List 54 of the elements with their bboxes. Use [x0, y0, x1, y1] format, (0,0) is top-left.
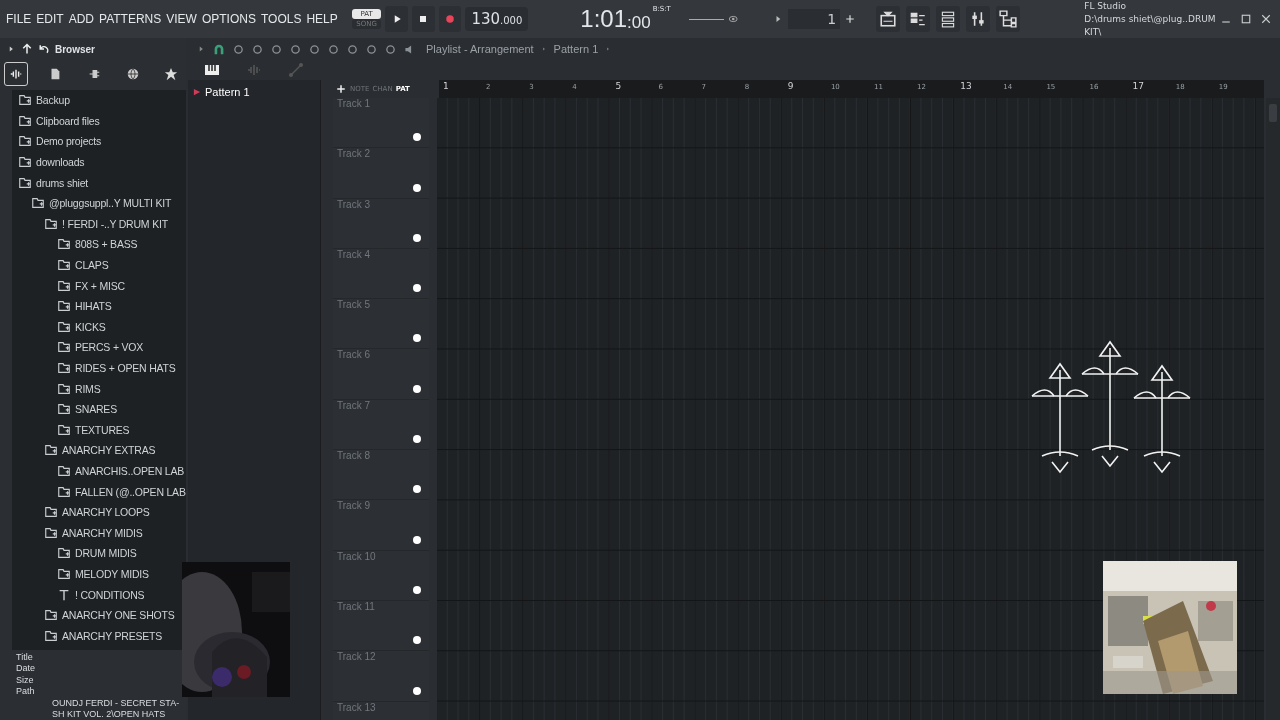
- path-value: SH KIT VOL. 2\OPEN HATS: [52, 708, 167, 720]
- browser-item[interactable]: HIHATS: [12, 295, 186, 317]
- browser-item[interactable]: Backup: [12, 90, 186, 111]
- bar-number: 5: [615, 81, 622, 91]
- browser-item[interactable]: ANARCHY EXTRAS: [12, 440, 186, 461]
- browser-item[interactable]: ! CONDITIONS: [12, 584, 186, 605]
- browser-item[interactable]: MELODY MIDIS: [12, 563, 186, 585]
- browser-title: Browser: [55, 43, 95, 55]
- browser-item[interactable]: KICKS: [12, 316, 186, 338]
- browser-item[interactable]: downloads: [12, 151, 186, 173]
- browser-item[interactable]: FX + MISC: [12, 275, 186, 296]
- window-subtitle: Pattern 1: [553, 43, 599, 55]
- browser-item[interactable]: @pluggsuppl..Y MULTI KIT: [12, 192, 186, 214]
- hint-title: FL Studio: [1084, 0, 1127, 13]
- info-label: Path: [16, 686, 36, 698]
- hint-path: D:\drums shiet\@plug..DRUM KIT\: [1084, 12, 1216, 39]
- browser-item[interactable]: RIMS: [12, 378, 186, 399]
- bar-number: 17: [1132, 81, 1145, 91]
- bar-number: 9: [787, 81, 794, 91]
- path-value: OUNDJ FERDI - SECRET STA-: [52, 697, 181, 709]
- menu-item[interactable]: OPTIONS: [201, 10, 256, 28]
- window-title: Playlist - Arrangement: [426, 43, 534, 55]
- pattern-selector[interactable]: 1: [788, 9, 841, 29]
- menu-item[interactable]: TOOLS: [260, 10, 302, 28]
- menu-item[interactable]: ADD: [68, 10, 95, 28]
- browser-item[interactable]: ANARCHY ONE SHOTS: [12, 604, 186, 626]
- browser-item[interactable]: DRUM MIDIS: [12, 543, 186, 564]
- browser-item[interactable]: SNARES: [12, 398, 186, 420]
- info-label: Size: [16, 674, 35, 687]
- menu-item[interactable]: HELP: [306, 10, 338, 28]
- menu-item[interactable]: FILE: [6, 10, 32, 28]
- info-label: Date: [16, 663, 36, 675]
- browser-item[interactable]: ANARCHIS..OPEN LAB: [12, 460, 186, 482]
- browser-item[interactable]: ! FERDI -..Y DRUM KIT: [12, 213, 186, 235]
- browser-item[interactable]: ANARCHY PRESETS: [12, 625, 186, 647]
- browser-item[interactable]: Clipboard files: [12, 110, 186, 132]
- menu-item[interactable]: EDIT: [36, 10, 64, 28]
- menu-item[interactable]: PATTERNS: [99, 10, 162, 28]
- info-label: Title: [16, 652, 34, 664]
- browser-item[interactable]: RIDES + OPEN HATS: [12, 357, 186, 379]
- browser-item[interactable]: Demo projects: [12, 131, 186, 152]
- browser-item[interactable]: drums shiet: [12, 172, 186, 193]
- menu-item[interactable]: VIEW: [166, 10, 197, 28]
- bar-number: 1: [443, 81, 449, 91]
- browser-item[interactable]: CLAPS: [12, 254, 186, 276]
- browser-item[interactable]: FALLEN (@..OPEN LAB: [12, 481, 186, 502]
- tempo-display[interactable]: 130.000: [465, 7, 529, 31]
- browser-item[interactable]: ANARCHY MIDIS: [12, 522, 186, 544]
- pattern-item[interactable]: Pattern 1: [188, 86, 320, 98]
- browser-item[interactable]: TEXTURES: [12, 419, 186, 441]
- bar-number: 13: [960, 81, 972, 91]
- browser-item[interactable]: PERCS + VOX: [12, 337, 186, 358]
- browser-item[interactable]: 808S + BASS: [12, 234, 186, 255]
- browser-item[interactable]: ANARCHY LOOPS: [12, 501, 186, 523]
